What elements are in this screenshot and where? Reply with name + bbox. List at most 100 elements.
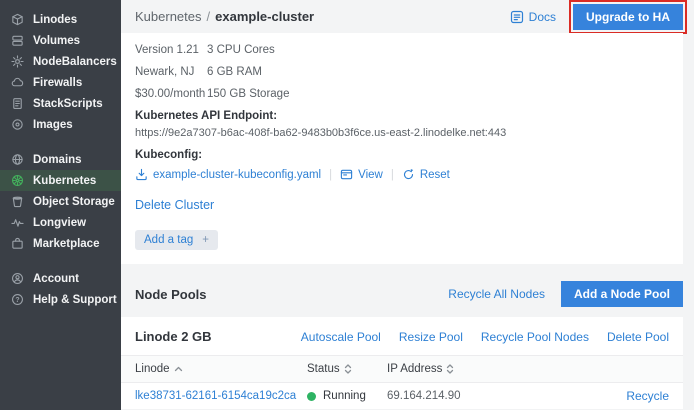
sidebar-item-label: Object Storage xyxy=(33,196,115,208)
pulse-icon xyxy=(11,216,24,229)
cluster-storage: 150 GB Storage xyxy=(207,88,289,100)
sidebar-item-longview[interactable]: Longview xyxy=(0,212,121,233)
breadcrumb-section[interactable]: Kubernetes xyxy=(135,9,202,24)
sidebar-item-account[interactable]: Account xyxy=(0,268,121,289)
cube-icon xyxy=(11,13,24,26)
kubeconfig-label: Kubeconfig: xyxy=(135,149,669,161)
sidebar-item-linodes[interactable]: Linodes xyxy=(0,9,121,30)
sidebar-item-label: Marketplace xyxy=(33,238,99,250)
view-label: View xyxy=(358,169,383,181)
summary-row: $30.00/month 150 GB Storage xyxy=(135,88,669,100)
sidebar-item-label: Account xyxy=(33,273,79,285)
upgrade-to-ha-button[interactable]: Upgrade to HA xyxy=(573,4,683,30)
cluster-ram: 6 GB RAM xyxy=(207,66,262,78)
recycle-node-link[interactable]: Recycle xyxy=(626,389,669,403)
add-tag-label: Add a tag xyxy=(135,230,197,250)
add-tag-chip[interactable]: Add a tag + xyxy=(135,230,218,250)
delete-pool-link[interactable]: Delete Pool xyxy=(607,330,669,344)
sort-both-icon xyxy=(446,364,454,374)
svg-text:?: ? xyxy=(15,297,19,304)
firewall-cloud-icon xyxy=(11,76,24,89)
node-status: Running xyxy=(307,390,387,402)
nodebalancer-icon xyxy=(11,55,24,68)
sidebar-item-label: Images xyxy=(33,119,73,131)
node-link[interactable]: lke38731-62161-6154ca19c2ca xyxy=(135,390,307,402)
sidebar-item-object-storage[interactable]: Object Storage xyxy=(0,191,121,212)
pool-actions: Autoscale Pool Resize Pool Recycle Pool … xyxy=(301,330,669,344)
resize-pool-link[interactable]: Resize Pool xyxy=(399,330,463,344)
sidebar-item-marketplace[interactable]: Marketplace xyxy=(0,233,121,254)
cluster-region: Newark, NJ xyxy=(135,66,207,78)
delete-cluster-button[interactable]: Delete Cluster xyxy=(135,198,214,212)
globe-icon xyxy=(11,153,24,166)
breadcrumb-current: example-cluster xyxy=(215,9,314,24)
kubernetes-wheel-icon xyxy=(11,174,24,187)
column-header-status[interactable]: Status xyxy=(307,363,387,375)
column-header-linode[interactable]: Linode xyxy=(135,363,307,375)
topbar: Kubernetes / example-cluster Docs Upgrad… xyxy=(121,0,694,33)
separator: | xyxy=(391,169,394,181)
column-label: Status xyxy=(307,363,340,375)
kubeconfig-row: example-cluster-kubeconfig.yaml | View |… xyxy=(135,168,669,181)
sort-both-icon xyxy=(344,364,352,374)
sidebar-item-stackscripts[interactable]: StackScripts xyxy=(0,93,121,114)
upgrade-annotation-box: Upgrade to HA xyxy=(569,0,687,34)
sidebar-item-label: StackScripts xyxy=(33,98,103,110)
cluster-price: $30.00/month xyxy=(135,88,207,100)
add-node-pool-button[interactable]: Add a Node Pool xyxy=(561,281,683,307)
sidebar-item-label: Kubernetes xyxy=(33,175,96,187)
column-header-ip[interactable]: IP Address xyxy=(387,363,599,375)
recycle-pool-nodes-link[interactable]: Recycle Pool Nodes xyxy=(481,330,589,344)
docs-icon xyxy=(510,10,524,24)
bucket-icon xyxy=(11,195,24,208)
pool-name: Linode 2 GB xyxy=(135,329,212,344)
sidebar: Linodes Volumes NodeBalancers Firewalls … xyxy=(0,0,121,410)
kubeconfig-view-link[interactable]: View xyxy=(340,168,383,181)
sidebar-group-divider xyxy=(0,254,121,268)
kubeconfig-filename: example-cluster-kubeconfig.yaml xyxy=(153,169,321,181)
account-icon xyxy=(11,272,24,285)
sidebar-item-label: Linodes xyxy=(33,14,77,26)
column-label: Linode xyxy=(135,363,170,375)
sort-asc-icon xyxy=(174,366,183,372)
main-content: Kubernetes / example-cluster Docs Upgrad… xyxy=(121,0,694,410)
kubeconfig-reset-link[interactable]: Reset xyxy=(402,168,450,181)
script-icon xyxy=(11,97,24,110)
sidebar-item-firewalls[interactable]: Firewalls xyxy=(0,72,121,93)
kubeconfig-download-link[interactable]: example-cluster-kubeconfig.yaml xyxy=(135,168,321,181)
node-pools-header: Node Pools Recycle All Nodes Add a Node … xyxy=(121,264,683,317)
sidebar-item-nodebalancers[interactable]: NodeBalancers xyxy=(0,51,121,72)
docs-link[interactable]: Docs xyxy=(510,10,556,24)
api-endpoint-url: https://9e2a7307-b6ac-408f-ba62-9483b0b3… xyxy=(135,127,669,139)
recycle-all-nodes-link[interactable]: Recycle All Nodes xyxy=(448,287,545,301)
node-row: lke38731-62161-6154ca19c2ca Running 69.1… xyxy=(121,383,683,410)
status-dot xyxy=(307,392,316,401)
cluster-summary-panel: Version 1.21 3 CPU Cores Newark, NJ 6 GB… xyxy=(121,33,683,264)
cluster-version: Version 1.21 xyxy=(135,44,207,56)
node-ip: 69.164.214.90 xyxy=(387,390,599,402)
plus-icon: + xyxy=(197,230,218,250)
docs-label: Docs xyxy=(529,10,556,24)
help-icon: ? xyxy=(11,293,24,306)
app-window: Linodes Volumes NodeBalancers Firewalls … xyxy=(0,0,694,410)
sidebar-item-kubernetes[interactable]: Kubernetes xyxy=(0,170,121,191)
sidebar-item-volumes[interactable]: Volumes xyxy=(0,30,121,51)
breadcrumb-separator: / xyxy=(207,9,211,24)
reset-icon xyxy=(402,168,415,181)
separator: | xyxy=(329,169,332,181)
sidebar-item-help-support[interactable]: ? Help & Support xyxy=(0,289,121,310)
pool-header: Linode 2 GB Autoscale Pool Resize Pool R… xyxy=(121,317,683,355)
reset-label: Reset xyxy=(420,169,450,181)
sidebar-item-images[interactable]: Images xyxy=(0,114,121,135)
delete-cluster-wrap: Delete Cluster xyxy=(135,196,669,214)
sidebar-item-label: Volumes xyxy=(33,35,80,47)
summary-row: Newark, NJ 6 GB RAM xyxy=(135,66,669,78)
download-icon xyxy=(135,168,148,181)
table-header: Linode Status IP Address xyxy=(121,355,683,383)
view-icon xyxy=(340,168,353,181)
api-endpoint-label: Kubernetes API Endpoint: xyxy=(135,110,669,122)
status-label: Running xyxy=(323,390,366,402)
sidebar-item-label: Domains xyxy=(33,154,82,166)
autoscale-pool-link[interactable]: Autoscale Pool xyxy=(301,330,381,344)
sidebar-item-domains[interactable]: Domains xyxy=(0,149,121,170)
